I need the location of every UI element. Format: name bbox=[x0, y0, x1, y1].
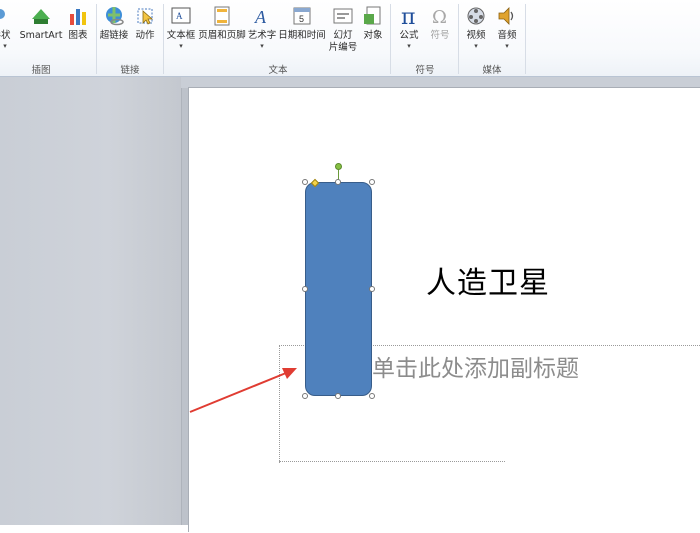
audio-button[interactable]: 音频 ▾ bbox=[494, 4, 520, 62]
equation-label: 公式 bbox=[399, 30, 419, 41]
hyperlink-label: 超链接 bbox=[99, 30, 129, 41]
video-button[interactable]: 视频 ▾ bbox=[463, 4, 489, 62]
datetime-button[interactable]: 5 日期和时间 bbox=[278, 4, 326, 62]
equation-button[interactable]: π 公式 ▾ bbox=[396, 4, 422, 62]
slide-number-button[interactable]: 幻灯 片编号 bbox=[328, 4, 358, 62]
calendar-icon: 5 bbox=[291, 5, 313, 27]
textbox-label: 文本框 bbox=[166, 30, 196, 41]
group-label-symbols: 符号 bbox=[415, 65, 435, 76]
resize-handle-top-right[interactable] bbox=[369, 179, 375, 185]
symbol-label: 符号 bbox=[430, 30, 450, 41]
dropdown-arrow: ▾ bbox=[260, 42, 264, 50]
shapes-icon bbox=[0, 5, 16, 27]
hyperlink-icon bbox=[103, 5, 125, 27]
smartart-button[interactable]: SmartArt bbox=[19, 4, 63, 62]
resize-handle-bottom-right[interactable] bbox=[369, 393, 375, 399]
pi-icon: π bbox=[398, 5, 420, 30]
slides-thumbnail-pane[interactable] bbox=[0, 77, 181, 525]
resize-handle-bottom[interactable] bbox=[335, 393, 341, 399]
hyperlink-button[interactable]: 超链接 bbox=[99, 4, 129, 62]
dropdown-arrow: ▾ bbox=[505, 42, 509, 50]
slide-number-icon bbox=[332, 5, 354, 27]
speaker-icon bbox=[496, 5, 518, 27]
editor-background bbox=[181, 77, 700, 88]
group-label-media: 媒体 bbox=[482, 65, 502, 76]
shapes-button[interactable]: 形状 ▾ bbox=[0, 4, 14, 62]
wordart-label: 艺术字 bbox=[247, 30, 277, 41]
textbox-button[interactable]: A 文本框 ▾ bbox=[166, 4, 196, 62]
textbox-icon: A bbox=[170, 5, 192, 27]
dropdown-arrow: ▾ bbox=[179, 42, 183, 50]
wordart-icon: A bbox=[251, 5, 273, 27]
group-label-text: 文本 bbox=[268, 65, 288, 76]
action-label: 动作 bbox=[135, 30, 155, 41]
resize-handle-right[interactable] bbox=[369, 286, 375, 292]
ribbon-insert-tab: 形状 ▾ SmartArt 图表 插图 超链接 动作 链接 A 文本框 ▾ bbox=[0, 0, 700, 77]
svg-text:π: π bbox=[401, 5, 415, 27]
slide-number-label-line2: 片编号 bbox=[328, 42, 358, 53]
svg-text:A: A bbox=[254, 7, 267, 27]
film-reel-icon bbox=[465, 5, 487, 27]
group-label-links: 链接 bbox=[120, 65, 140, 76]
slide-number-label-line1: 幻灯 bbox=[333, 30, 353, 41]
resize-handle-top-left[interactable] bbox=[302, 179, 308, 185]
rounded-rectangle-shape[interactable] bbox=[305, 182, 372, 396]
subtitle-placeholder-text[interactable]: 单击此处添加副标题 bbox=[372, 349, 579, 383]
omega-icon: Ω bbox=[429, 5, 451, 28]
object-label: 对象 bbox=[363, 30, 383, 41]
resize-handle-top[interactable] bbox=[335, 179, 341, 185]
symbol-button[interactable]: Ω 符号 bbox=[427, 4, 453, 62]
resize-handle-left[interactable] bbox=[302, 286, 308, 292]
group-separator bbox=[96, 4, 97, 74]
header-footer-button[interactable]: 页眉和页脚 bbox=[198, 4, 246, 62]
svg-text:5: 5 bbox=[299, 14, 304, 24]
slide-canvas[interactable] bbox=[189, 88, 700, 533]
dropdown-arrow: ▾ bbox=[407, 42, 411, 50]
rotation-handle[interactable] bbox=[335, 163, 342, 170]
slide-title[interactable]: 人造卫星 bbox=[426, 258, 550, 302]
group-label-illustrations: 插图 bbox=[31, 65, 51, 76]
header-footer-label: 页眉和页脚 bbox=[198, 30, 246, 41]
datetime-label: 日期和时间 bbox=[278, 30, 326, 41]
svg-text:A: A bbox=[176, 11, 183, 21]
object-icon bbox=[362, 5, 384, 27]
wordart-button[interactable]: A 艺术字 ▾ bbox=[247, 4, 277, 62]
shapes-label: 形状 bbox=[0, 30, 11, 41]
chart-label: 图表 bbox=[68, 30, 88, 41]
group-separator bbox=[163, 4, 164, 74]
group-separator bbox=[390, 4, 391, 74]
video-label: 视频 bbox=[466, 30, 486, 41]
chart-button[interactable]: 图表 bbox=[66, 4, 90, 62]
chart-icon bbox=[67, 5, 89, 27]
smartart-label: SmartArt bbox=[19, 30, 63, 41]
resize-handle-bottom-left[interactable] bbox=[302, 393, 308, 399]
header-footer-icon bbox=[211, 5, 233, 27]
svg-text:Ω: Ω bbox=[432, 7, 447, 27]
audio-label: 音频 bbox=[497, 30, 517, 41]
action-button[interactable]: 动作 bbox=[133, 4, 157, 62]
dropdown-arrow: ▾ bbox=[3, 42, 7, 50]
dropdown-arrow: ▾ bbox=[474, 42, 478, 50]
object-button[interactable]: 对象 bbox=[361, 4, 385, 62]
subtitle-placeholder-border bbox=[279, 461, 505, 462]
group-separator bbox=[525, 4, 526, 74]
action-icon bbox=[134, 5, 156, 27]
smartart-icon bbox=[30, 5, 52, 27]
group-separator bbox=[458, 4, 459, 74]
